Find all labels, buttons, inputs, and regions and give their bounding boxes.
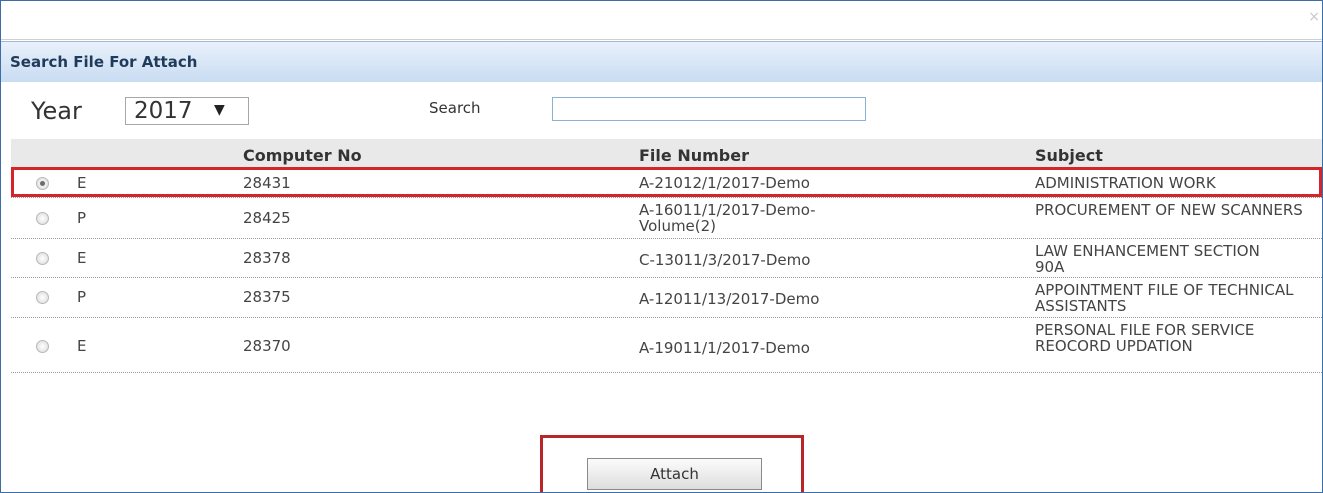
row-file-number: A-19011/1/2017-Demo xyxy=(639,339,810,357)
table-row[interactable]: P 28375 A-12011/13/2017-Demo APPOINTMENT… xyxy=(11,278,1322,318)
table-row[interactable]: E 28370 A-19011/1/2017-Demo PERSONAL FIL… xyxy=(11,318,1322,373)
row-file-number: C-13011/3/2017-Demo xyxy=(639,251,811,269)
row-file-number: A-21012/1/2017-Demo xyxy=(639,174,810,192)
row-subject: ADMINISTRATION WORK xyxy=(1035,174,1216,192)
row-radio[interactable] xyxy=(36,252,49,265)
row-radio[interactable] xyxy=(36,340,49,353)
row-computer-no: 28431 xyxy=(243,174,291,192)
year-select-value: 2017 xyxy=(134,98,193,124)
window-titlebar: × xyxy=(1,1,1322,40)
row-type: E xyxy=(77,337,87,355)
search-input[interactable] xyxy=(552,97,866,121)
file-table: Computer No File Number Subject E 28431 … xyxy=(11,139,1322,391)
column-header-file-number: File Number xyxy=(639,146,749,165)
search-label: Search xyxy=(429,99,481,117)
row-file-number: A-12011/13/2017-Demo xyxy=(639,290,820,308)
row-subject: LAW ENHANCEMENT SECTION 90A xyxy=(1035,242,1260,276)
year-label: Year xyxy=(31,97,82,125)
dialog-header: Search File For Attach xyxy=(1,41,1322,82)
row-type: P xyxy=(77,288,87,306)
row-computer-no: 28375 xyxy=(243,288,291,306)
row-type: E xyxy=(77,174,87,192)
row-computer-no: 28370 xyxy=(243,337,291,355)
table-header-row: Computer No File Number Subject xyxy=(11,139,1322,169)
column-header-subject: Subject xyxy=(1035,146,1103,165)
row-radio[interactable] xyxy=(36,177,49,190)
table-row[interactable]: P 28425 A-16011/1/2017-Demo-Volume(2) PR… xyxy=(11,198,1322,239)
row-subject: PROCUREMENT OF NEW SCANNERS xyxy=(1035,201,1303,219)
table-row[interactable]: E 28378 C-13011/3/2017-Demo LAW ENHANCEM… xyxy=(11,239,1322,278)
row-subject: PERSONAL FILE FOR SERVICE REOCORD UPDATI… xyxy=(1035,321,1255,355)
row-type: P xyxy=(77,209,87,227)
row-file-number: A-16011/1/2017-Demo-Volume(2) xyxy=(639,201,816,235)
year-select[interactable]: 2017 ▼ xyxy=(125,97,249,125)
close-icon[interactable]: × xyxy=(1308,9,1320,25)
attach-button[interactable]: Attach xyxy=(587,458,762,490)
table-row[interactable]: E 28431 A-21012/1/2017-Demo ADMINISTRATI… xyxy=(11,169,1322,198)
row-subject: APPOINTMENT FILE OF TECHNICAL ASSISTANTS xyxy=(1035,281,1294,315)
row-computer-no: 28378 xyxy=(243,249,291,267)
row-radio[interactable] xyxy=(36,212,49,225)
row-computer-no: 28425 xyxy=(243,209,291,227)
dropdown-arrow-icon: ▼ xyxy=(214,102,225,118)
dialog-frame: × Search File For Attach Year 2017 ▼ Sea… xyxy=(0,0,1323,493)
dialog-title: Search File For Attach xyxy=(10,53,198,71)
row-radio[interactable] xyxy=(36,291,49,304)
row-type: E xyxy=(77,249,87,267)
column-header-computer-no: Computer No xyxy=(243,146,362,165)
